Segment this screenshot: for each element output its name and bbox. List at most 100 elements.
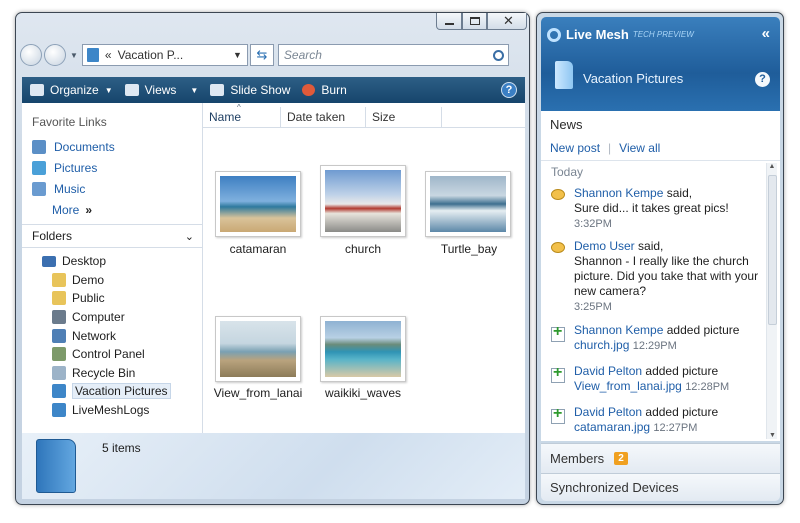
- file-thumbnail-church[interactable]: [320, 165, 406, 237]
- burn-button[interactable]: Burn: [302, 83, 347, 97]
- feed-action: added picture: [645, 364, 719, 378]
- feed-scrollbar[interactable]: ▲ ▼: [766, 163, 777, 439]
- search-input[interactable]: Search: [277, 44, 509, 66]
- scroll-down-icon[interactable]: ▼: [767, 432, 778, 439]
- feed-user[interactable]: Shannon Kempe: [574, 186, 663, 200]
- add-picture-icon: [551, 324, 565, 342]
- favorite-link-pictures[interactable]: Pictures: [22, 157, 202, 178]
- members-label: Members: [550, 451, 605, 466]
- explorer-window: ✕ ▼ « Vacation P... ▼ ⇆ Search Organize …: [15, 12, 530, 505]
- live-mesh-window: Live Mesh TECH PREVIEW « Vacation Pictur…: [536, 12, 784, 505]
- back-button[interactable]: [20, 44, 42, 66]
- scroll-thumb[interactable]: [768, 175, 777, 325]
- file-thumbnail-catamaran[interactable]: [215, 171, 301, 237]
- more-links-button[interactable]: More »: [22, 199, 202, 220]
- slideshow-icon: [210, 84, 225, 96]
- file-list: Name ^ Date taken Size catamaran church …: [203, 103, 525, 433]
- feed-action: said,: [666, 186, 693, 200]
- desktop-icon: [42, 255, 56, 267]
- file-thumbnail-waikiki-waves[interactable]: [320, 316, 406, 382]
- column-label: Date taken: [287, 110, 346, 124]
- feed-file-link[interactable]: catamaran.jpg: [574, 420, 650, 434]
- feed-time: 12:29PM: [632, 340, 677, 352]
- view-from-lanai-image: [220, 321, 296, 377]
- tree-item-demo[interactable]: Demo: [22, 271, 202, 290]
- feed-item: Shannon Kempe said, Sure did... it takes…: [541, 186, 767, 232]
- tree-item-label: Demo: [72, 272, 105, 287]
- tree-item-livemeshlogs[interactable]: LiveMeshLogs: [22, 401, 202, 420]
- view-all-link[interactable]: View all: [619, 141, 660, 155]
- chevron-down-icon: ⌄: [184, 230, 194, 243]
- collapse-icon[interactable]: «: [762, 25, 770, 42]
- file-thumbnail-view-from-lanai[interactable]: [215, 316, 301, 382]
- tree-item-vacation-pictures[interactable]: Vacation Pictures: [22, 382, 202, 401]
- feed-user[interactable]: David Pelton: [574, 405, 642, 419]
- file-name[interactable]: Turtle_bay: [414, 242, 524, 256]
- column-header-name[interactable]: Name: [203, 107, 281, 127]
- feed-user[interactable]: Demo User: [574, 239, 635, 253]
- folders-header[interactable]: Folders ⌄: [22, 224, 202, 248]
- tree-item-network[interactable]: Network: [22, 326, 202, 345]
- file-name[interactable]: church: [308, 242, 418, 256]
- turtle-bay-image: [430, 176, 506, 232]
- feed-user[interactable]: David Pelton: [574, 364, 642, 378]
- feed-user[interactable]: Shannon Kempe: [574, 323, 663, 337]
- file-name[interactable]: waikiki_waves: [308, 386, 418, 400]
- close-button[interactable]: ✕: [487, 13, 527, 30]
- tree-item-recycle-bin[interactable]: Recycle Bin: [22, 364, 202, 383]
- brand-name: Live Mesh: [566, 27, 629, 42]
- waikiki-waves-image: [325, 321, 401, 377]
- chevron-down-icon[interactable]: ▼: [233, 50, 242, 60]
- address-prefix: «: [104, 48, 112, 62]
- members-section[interactable]: Members 2: [541, 443, 780, 473]
- favorite-links-title: Favorite Links: [32, 115, 107, 129]
- tree-item-control-panel[interactable]: Control Panel: [22, 345, 202, 364]
- column-header-size[interactable]: Size: [366, 107, 442, 127]
- maximize-button[interactable]: [462, 13, 487, 30]
- refresh-icon: ⇆: [256, 47, 268, 62]
- column-header-date-taken[interactable]: Date taken: [281, 107, 366, 127]
- scroll-up-icon[interactable]: ▲: [767, 163, 777, 170]
- control-panel-icon: [52, 347, 66, 362]
- members-count-badge: 2: [614, 452, 628, 465]
- minimize-button[interactable]: [436, 13, 462, 30]
- folder-tree: Desktop Demo Public Computer Network Con…: [22, 248, 202, 419]
- help-icon[interactable]: ?: [755, 72, 770, 87]
- tree-item-desktop[interactable]: Desktop: [22, 252, 202, 271]
- comment-icon: [551, 189, 565, 200]
- synchronized-devices-label: Synchronized Devices: [550, 480, 679, 495]
- feed-time: 3:25PM: [574, 301, 612, 313]
- feed-file-link[interactable]: View_from_lanai.jpg: [574, 379, 682, 393]
- feed-file-link[interactable]: church.jpg: [574, 338, 629, 352]
- file-thumbnail-turtle-bay[interactable]: [425, 171, 511, 237]
- search-placeholder: Search: [283, 48, 322, 62]
- church-image: [325, 170, 401, 232]
- burn-label: Burn: [321, 83, 347, 97]
- favorite-link-label: Pictures: [54, 160, 98, 175]
- address-bar-row: ▼ « Vacation P... ▼ ⇆ Search: [20, 44, 509, 66]
- new-post-link[interactable]: New post: [550, 141, 600, 155]
- chevron-down-icon[interactable]: ▼: [70, 51, 78, 60]
- help-icon[interactable]: ?: [501, 82, 517, 98]
- address-field[interactable]: « Vacation P... ▼: [81, 44, 248, 66]
- file-name[interactable]: catamaran: [203, 242, 313, 256]
- mesh-header: Live Mesh TECH PREVIEW « Vacation Pictur…: [541, 17, 780, 111]
- slideshow-button[interactable]: Slide Show: [210, 83, 290, 97]
- feed-text: Sure did... it takes great pics!: [574, 201, 729, 215]
- refresh-button[interactable]: ⇆: [249, 44, 274, 66]
- favorite-link-music[interactable]: Music: [22, 178, 202, 199]
- comment-icon: [551, 242, 565, 253]
- forward-button[interactable]: [44, 44, 66, 66]
- views-button[interactable]: Views ▼: [124, 83, 198, 97]
- navigation-pane: Favorite Links Documents Pictures Music …: [22, 103, 203, 433]
- tree-item-label: Recycle Bin: [72, 365, 136, 380]
- favorite-link-documents[interactable]: Documents: [22, 136, 202, 157]
- tree-item-public[interactable]: Public: [22, 289, 202, 308]
- file-name[interactable]: View_from_lanai: [203, 386, 313, 400]
- synchronized-devices-section[interactable]: Synchronized Devices: [541, 473, 780, 501]
- search-icon[interactable]: [492, 49, 504, 61]
- address-text: Vacation P...: [117, 48, 184, 62]
- organize-button[interactable]: Organize ▼: [30, 83, 113, 97]
- tree-item-computer[interactable]: Computer: [22, 308, 202, 327]
- pictures-icon: [32, 160, 46, 175]
